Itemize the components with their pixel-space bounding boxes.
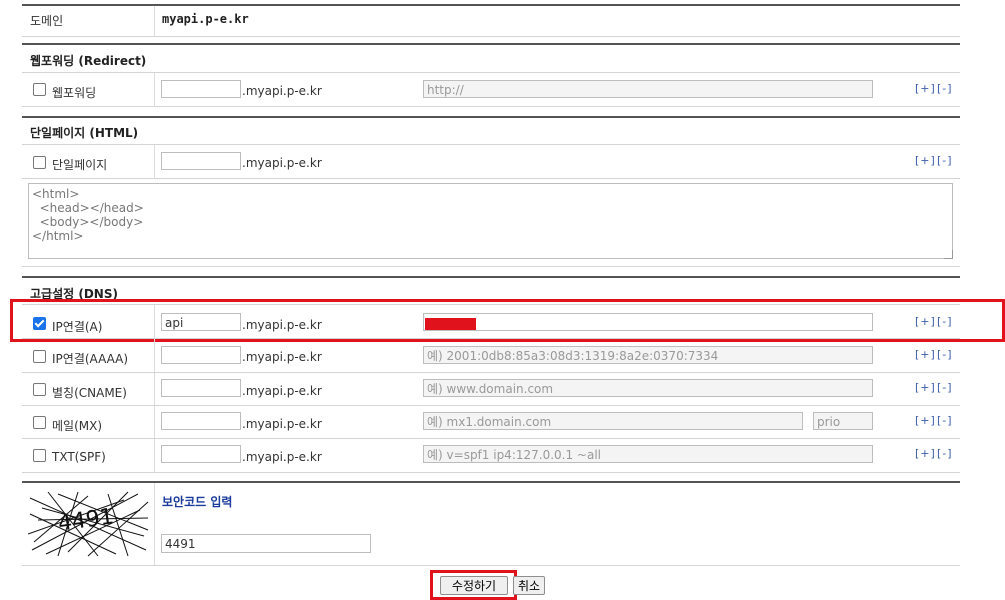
add-row-button[interactable]: [+] — [915, 414, 936, 427]
remove-row-button[interactable]: [-] — [937, 154, 953, 167]
single-page-checkbox[interactable] — [33, 156, 46, 169]
dns-aaaa-domain-suffix: .myapi.p-e.kr — [242, 350, 322, 364]
dns-mx-domain-suffix: .myapi.p-e.kr — [242, 417, 322, 431]
section-border — [22, 116, 960, 118]
single-page-domain-suffix: .myapi.p-e.kr — [242, 156, 322, 170]
single-page-section-title: 단일페이지 (HTML) — [30, 126, 139, 140]
redirect-section-title: 웹포워딩 (Redirect) — [30, 54, 147, 68]
highlight-box-submit — [430, 570, 517, 600]
divider — [154, 439, 155, 472]
add-row-button[interactable]: [+] — [915, 154, 936, 167]
divider — [22, 372, 960, 373]
dns-aaaa-checkbox[interactable] — [33, 350, 46, 363]
cancel-button[interactable]: 취소 — [513, 576, 545, 595]
captcha-image: 4491 — [27, 490, 150, 558]
remove-row-button[interactable]: [-] — [937, 82, 953, 95]
redirect-url-input[interactable]: http:// — [423, 80, 873, 98]
divider — [22, 438, 960, 439]
divider — [22, 565, 960, 566]
redirect-checkbox[interactable] — [33, 83, 46, 96]
section-border — [22, 276, 960, 278]
add-row-button[interactable]: [+] — [915, 82, 936, 95]
divider — [22, 36, 960, 37]
dns-cname-host-input[interactable] — [161, 379, 241, 397]
add-row-button[interactable]: [+] — [915, 381, 936, 394]
redirect-checkbox-label: 웹포워딩 — [52, 86, 97, 100]
section-border — [22, 481, 960, 483]
add-row-button[interactable]: [+] — [915, 348, 936, 361]
domain-label: 도메인 — [30, 14, 64, 28]
top-border — [22, 4, 960, 6]
dns-aaaa-value-input[interactable]: 예) 2001:0db8:85a3:08d3:1319:8a2e:0370:73… — [423, 346, 873, 364]
redirect-host-input[interactable] — [161, 80, 241, 98]
dns-txt-label: TXT(SPF) — [52, 450, 106, 464]
dns-cname-domain-suffix: .myapi.p-e.kr — [242, 384, 322, 398]
redirect-domain-suffix: .myapi.p-e.kr — [242, 84, 322, 98]
dns-mx-prio-input[interactable]: prio — [813, 412, 873, 430]
dns-txt-value-input[interactable]: 예) v=spf1 ip4:127.0.0.1 ~all — [423, 445, 873, 463]
resize-handle-icon[interactable] — [944, 250, 953, 259]
dns-mx-host-input[interactable] — [161, 412, 241, 430]
divider — [22, 178, 960, 179]
divider — [22, 72, 960, 73]
section-border — [22, 43, 960, 45]
dns-mx-label: 메일(MX) — [52, 419, 103, 433]
remove-row-button[interactable]: [-] — [937, 414, 953, 427]
single-page-checkbox-label: 단일페이지 — [52, 158, 108, 172]
dns-txt-domain-suffix: .myapi.p-e.kr — [242, 450, 322, 464]
divider — [154, 145, 155, 178]
dns-cname-label: 별칭(CNAME) — [52, 386, 127, 400]
captcha-input[interactable]: 4491 — [161, 534, 371, 553]
divider — [22, 266, 960, 267]
divider — [22, 338, 960, 339]
divider — [22, 144, 960, 145]
dns-cname-value-input[interactable]: 예) www.domain.com — [423, 379, 873, 397]
divider — [154, 483, 155, 565]
divider — [154, 73, 155, 106]
divider — [154, 406, 155, 439]
divider — [154, 339, 155, 372]
captcha-title: 보안코드 입력 — [162, 495, 233, 509]
add-row-button[interactable]: [+] — [915, 447, 936, 460]
divider — [22, 472, 960, 473]
dns-mx-checkbox[interactable] — [33, 416, 46, 429]
divider — [154, 6, 155, 36]
dns-cname-checkbox[interactable] — [33, 383, 46, 396]
remove-row-button[interactable]: [-] — [937, 381, 953, 394]
remove-row-button[interactable]: [-] — [937, 447, 953, 460]
dns-txt-host-input[interactable] — [161, 445, 241, 463]
remove-row-button[interactable]: [-] — [937, 348, 953, 361]
html-content-textarea[interactable]: <html> <head></head> <body></body> </htm… — [28, 183, 953, 259]
dns-mx-value-input[interactable]: 예) mx1.domain.com — [423, 412, 803, 430]
highlight-box-a-record — [10, 299, 1005, 342]
dns-aaaa-host-input[interactable] — [161, 346, 241, 364]
divider — [22, 405, 960, 406]
dns-aaaa-label: IP연결(AAAA) — [52, 352, 129, 366]
single-page-host-input[interactable] — [161, 152, 241, 170]
divider — [154, 373, 155, 406]
domain-value: myapi.p-e.kr — [162, 12, 249, 26]
dns-txt-checkbox[interactable] — [33, 449, 46, 462]
divider — [22, 106, 960, 107]
